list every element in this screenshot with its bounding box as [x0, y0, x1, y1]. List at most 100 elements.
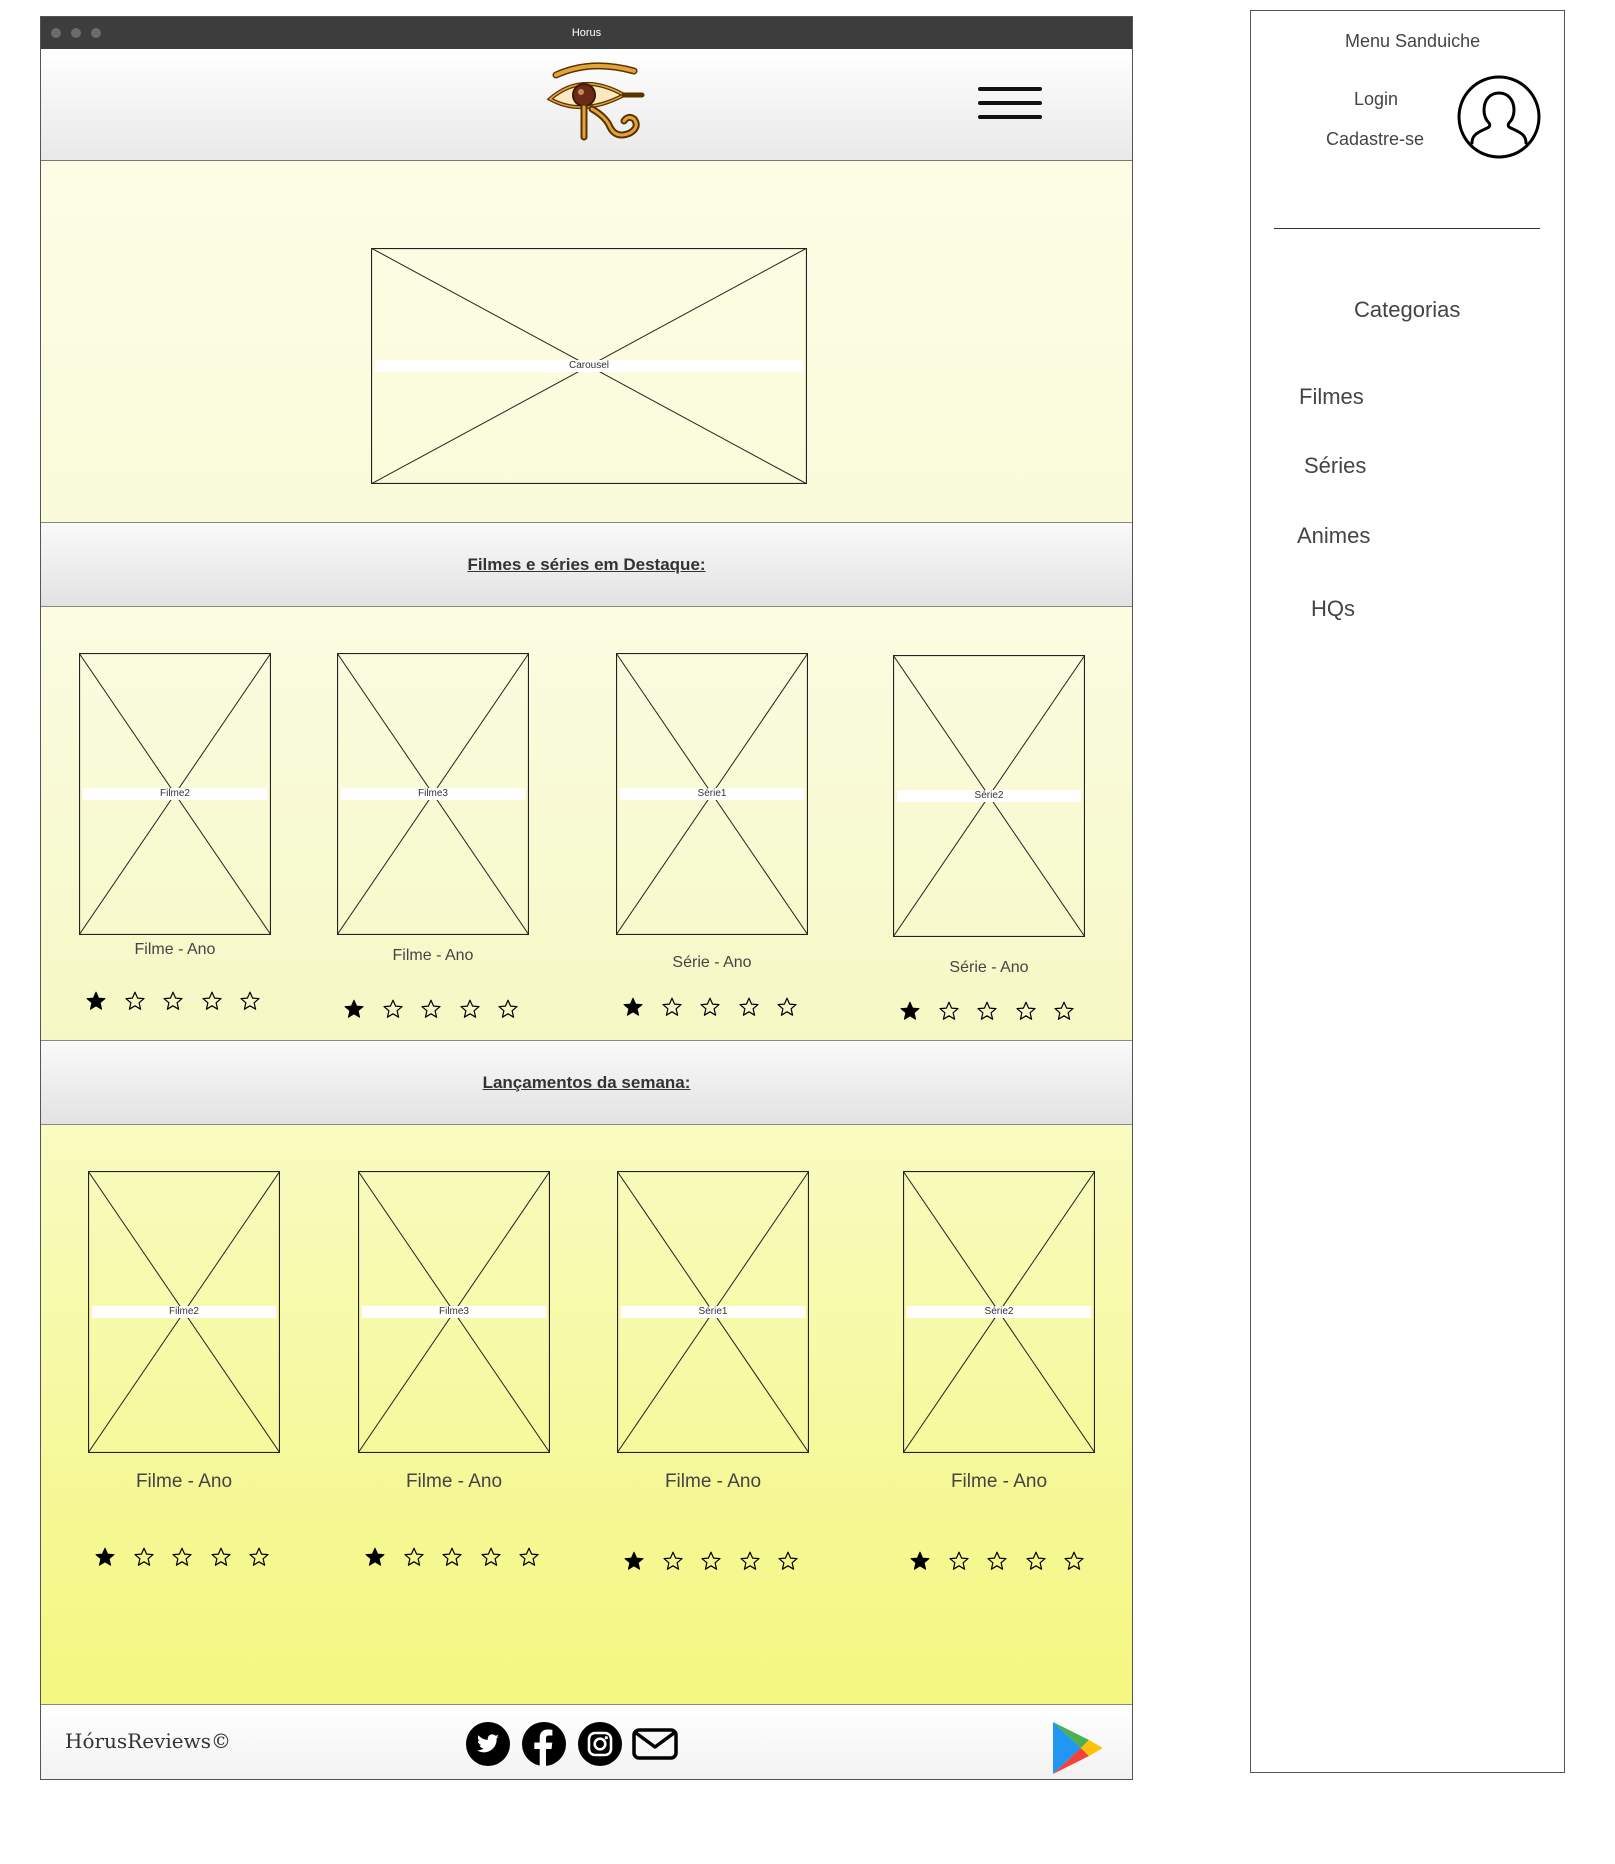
star-filled-icon[interactable] — [95, 1547, 115, 1567]
browser-window: Horus Carousel Filmes e séries em Destaq… — [40, 16, 1133, 1780]
star-empty-icon[interactable] — [738, 997, 759, 1017]
star-empty-icon[interactable] — [498, 999, 518, 1019]
user-avatar-icon[interactable] — [1457, 75, 1541, 159]
google-play-icon[interactable] — [1051, 1720, 1103, 1776]
star-empty-icon[interactable] — [519, 1547, 539, 1567]
star-empty-icon[interactable] — [403, 1547, 424, 1567]
star-filled-icon[interactable] — [365, 1547, 385, 1567]
star-filled-icon[interactable] — [86, 991, 106, 1011]
copyright-text: HórusReviews© — [65, 1729, 231, 1753]
star-empty-icon[interactable] — [739, 1551, 760, 1571]
hamburger-line — [978, 101, 1042, 105]
star-empty-icon[interactable] — [133, 1547, 154, 1567]
carousel-label: Carousel — [375, 360, 803, 372]
card-caption: Filme - Ano — [405, 1471, 503, 1492]
star-empty-icon[interactable] — [700, 997, 720, 1017]
menu-divider — [1274, 228, 1540, 229]
featured-card[interactable]: Série2 — [893, 655, 1085, 937]
featured-card[interactable]: Filme3 — [337, 653, 529, 935]
star-empty-icon[interactable] — [1025, 1551, 1046, 1571]
star-empty-icon[interactable] — [442, 1547, 462, 1567]
star-empty-icon[interactable] — [948, 1551, 969, 1571]
hero-section: Carousel — [41, 161, 1132, 523]
category-item-animes[interactable]: Animes — [1297, 523, 1370, 549]
star-rating[interactable] — [900, 1001, 1080, 1025]
star-empty-icon[interactable] — [172, 1547, 192, 1567]
twitter-icon[interactable] — [466, 1722, 510, 1766]
card-caption: Filme - Ano — [134, 941, 216, 958]
releases-card[interactable]: Filme3 — [358, 1171, 550, 1453]
star-filled-icon[interactable] — [900, 1001, 920, 1021]
releases-card[interactable]: Série1 — [617, 1171, 809, 1453]
star-empty-icon[interactable] — [240, 991, 260, 1011]
releases-card[interactable]: Série2 — [903, 1171, 1095, 1453]
card-caption: Filme - Ano — [664, 1471, 762, 1492]
instagram-icon[interactable] — [578, 1722, 622, 1766]
card-caption: Série - Ano — [949, 959, 1029, 976]
star-rating[interactable] — [344, 999, 524, 1023]
star-filled-icon[interactable] — [623, 997, 643, 1017]
carousel[interactable]: Carousel — [371, 248, 807, 484]
featured-header-bar: Filmes e séries em Destaque: — [41, 523, 1132, 607]
featured-heading: Filmes e séries em Destaque: — [467, 555, 706, 574]
mail-icon[interactable] — [631, 1722, 679, 1766]
hamburger-menu-button[interactable] — [978, 87, 1042, 121]
poster-label: Filme3 — [341, 788, 525, 800]
category-item-filmes[interactable]: Filmes — [1299, 384, 1364, 410]
star-filled-icon[interactable] — [910, 1551, 930, 1571]
facebook-icon[interactable] — [522, 1722, 566, 1766]
card-caption: Filme - Ano — [135, 1471, 233, 1492]
star-empty-icon[interactable] — [210, 1547, 231, 1567]
releases-card[interactable]: Filme2 — [88, 1171, 280, 1453]
title-bar: Horus — [41, 17, 1132, 49]
star-empty-icon[interactable] — [421, 999, 441, 1019]
site-footer: HórusReviews© — [41, 1705, 1132, 1779]
star-empty-icon[interactable] — [249, 1547, 269, 1567]
featured-card[interactable]: Série1 — [616, 653, 808, 935]
star-empty-icon[interactable] — [459, 999, 480, 1019]
star-empty-icon[interactable] — [480, 1547, 501, 1567]
categories-heading: Categorias — [1354, 297, 1461, 322]
releases-header-bar: Lançamentos da semana: — [41, 1041, 1132, 1125]
featured-card[interactable]: Filme2 — [79, 653, 271, 935]
category-item-hqs[interactable]: HQs — [1311, 596, 1355, 622]
poster-label: Filme2 — [92, 1306, 276, 1318]
star-empty-icon[interactable] — [987, 1551, 1007, 1571]
star-empty-icon[interactable] — [1064, 1551, 1084, 1571]
poster-label: Série1 — [621, 1306, 805, 1318]
category-item-series[interactable]: Séries — [1304, 453, 1366, 479]
hamburger-line — [978, 115, 1042, 119]
star-empty-icon[interactable] — [778, 1551, 798, 1571]
poster-label: Série1 — [620, 788, 804, 800]
star-empty-icon[interactable] — [124, 991, 145, 1011]
star-rating[interactable] — [624, 1551, 804, 1575]
star-empty-icon[interactable] — [382, 999, 403, 1019]
card-caption: Filme - Ano — [950, 1471, 1048, 1492]
signup-link[interactable]: Cadastre-se — [1326, 129, 1424, 150]
star-filled-icon[interactable] — [624, 1551, 644, 1571]
star-rating[interactable] — [623, 997, 803, 1021]
star-empty-icon[interactable] — [777, 997, 797, 1017]
star-empty-icon[interactable] — [201, 991, 222, 1011]
site-header — [41, 49, 1132, 161]
login-link[interactable]: Login — [1354, 89, 1398, 110]
star-filled-icon[interactable] — [344, 999, 364, 1019]
star-empty-icon[interactable] — [938, 1001, 959, 1021]
star-rating[interactable] — [365, 1547, 545, 1571]
star-empty-icon[interactable] — [163, 991, 183, 1011]
releases-heading: Lançamentos da semana: — [482, 1073, 691, 1092]
card-caption: Série - Ano — [672, 954, 752, 971]
star-rating[interactable] — [95, 1547, 275, 1571]
star-empty-icon[interactable] — [977, 1001, 997, 1021]
side-menu-title: Menu Sanduiche — [1345, 31, 1481, 51]
star-empty-icon[interactable] — [1015, 1001, 1036, 1021]
star-empty-icon[interactable] — [701, 1551, 721, 1571]
window-title: Horus — [571, 27, 602, 39]
star-empty-icon[interactable] — [662, 1551, 683, 1571]
side-menu-panel: Menu Sanduiche Login Cadastre-se Categor… — [1250, 10, 1565, 1773]
star-empty-icon[interactable] — [661, 997, 682, 1017]
eye-of-horus-logo[interactable] — [546, 61, 646, 141]
star-rating[interactable] — [910, 1551, 1090, 1575]
star-empty-icon[interactable] — [1054, 1001, 1074, 1021]
star-rating[interactable] — [86, 991, 266, 1015]
